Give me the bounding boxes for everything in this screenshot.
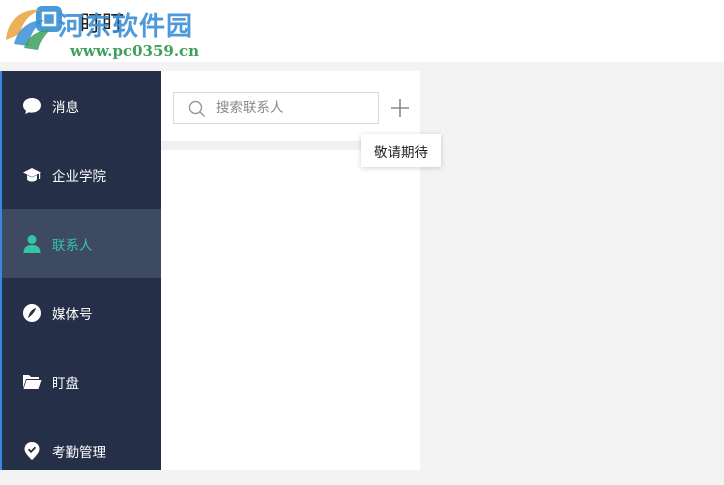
location-pin-icon — [22, 441, 42, 461]
sidebar-item-academy[interactable]: 企业学院 — [2, 140, 161, 209]
add-contact-button[interactable] — [389, 97, 411, 119]
search-input[interactable] — [216, 93, 374, 123]
sidebar-item-media[interactable]: 媒体号 — [2, 278, 161, 347]
sidebar-item-label: 企业学院 — [52, 168, 106, 185]
sidebar-item-label: 消息 — [52, 99, 79, 116]
title-bar: 盯盯 河东软件园 www.pc0359.cn — [0, 0, 724, 62]
sidebar-item-label: 媒体号 — [52, 306, 93, 323]
folder-icon — [22, 372, 42, 392]
search-icon — [188, 100, 205, 117]
sidebar-item-label: 联系人 — [52, 237, 93, 254]
sidebar-item-contacts[interactable]: 联系人 — [2, 209, 161, 278]
watermark-title: 河东软件园 — [58, 12, 194, 42]
contact-person-icon — [22, 234, 42, 254]
watermark-logo-icon — [6, 9, 50, 50]
sidebar-item-label: 考勤管理 — [52, 444, 106, 461]
feather-icon — [22, 303, 42, 323]
search-box[interactable] — [173, 92, 379, 124]
sidebar-item-messages[interactable]: 消息 — [2, 71, 161, 140]
watermark-url: www.pc0359.cn — [70, 42, 200, 60]
message-bubble-icon — [22, 96, 42, 116]
contacts-panel — [161, 71, 420, 470]
sidebar: 消息 企业学院 联系人 媒体号 盯盘 考勤管理 — [0, 71, 161, 470]
sidebar-item-label: 盯盘 — [52, 375, 79, 392]
coming-soon-tooltip: 敬请期待 — [361, 134, 441, 167]
graduation-cap-icon — [22, 165, 42, 185]
sidebar-item-watch[interactable]: 盯盘 — [2, 347, 161, 416]
sidebar-item-attendance[interactable]: 考勤管理 — [2, 416, 161, 485]
